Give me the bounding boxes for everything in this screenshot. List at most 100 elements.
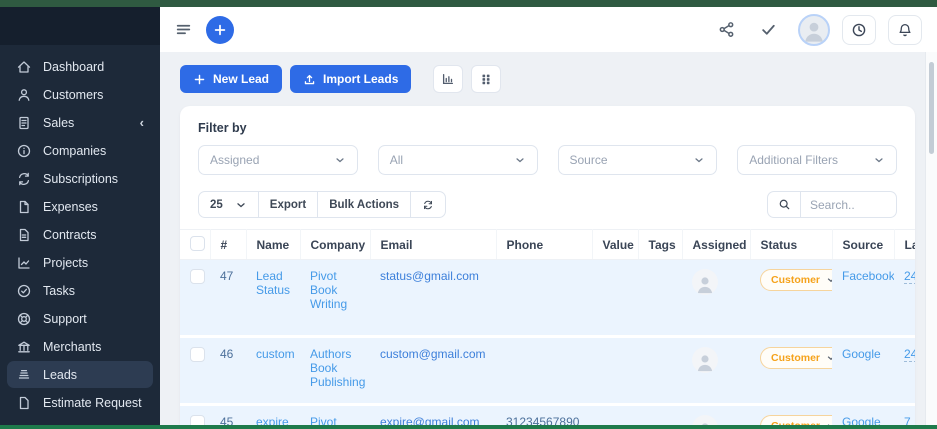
refresh-button[interactable]: [410, 191, 446, 218]
lead-name-link[interactable]: expire check: [256, 415, 289, 425]
source-cell: Facebook: [832, 260, 894, 337]
sidebar-item-knowledge-base[interactable]: Knowledge Base: [7, 417, 153, 425]
source-link[interactable]: Google: [842, 347, 881, 361]
lead-name-link[interactable]: custom: [256, 347, 295, 361]
column-header-assigned[interactable]: Assigned: [682, 230, 750, 260]
export-button[interactable]: Export: [258, 191, 318, 218]
sidebar-item-subscriptions[interactable]: Subscriptions: [7, 165, 153, 192]
table-header-row: #NameCompanyEmailPhoneValueTagsAssignedS…: [180, 230, 915, 260]
assigned-avatar[interactable]: [692, 415, 718, 425]
sidebar-item-label: Expenses: [43, 200, 98, 214]
last-contact-link[interactable]: 24: [904, 269, 915, 284]
checkmark-icon[interactable]: [758, 20, 778, 40]
filter-dropdown-additional-filters[interactable]: Additional Filters: [737, 145, 897, 175]
lead-tags: [638, 260, 682, 337]
last-contact-link[interactable]: 24: [904, 347, 915, 362]
assigned-avatar[interactable]: [692, 269, 718, 295]
support-icon: [16, 311, 32, 327]
column-header-value[interactable]: Value: [592, 230, 638, 260]
content-area: New Lead Import Leads: [160, 52, 925, 425]
quick-add-button[interactable]: [206, 16, 234, 44]
search-button[interactable]: [767, 191, 801, 218]
sidebar-item-estimate-request[interactable]: Estimate Request: [7, 389, 153, 416]
filter-dropdown-assigned[interactable]: Assigned: [198, 145, 358, 175]
grid-icon: [479, 72, 493, 86]
last-contact-link[interactable]: 7: [904, 415, 911, 425]
company-link[interactable]: Authors Book Publishing: [310, 347, 365, 389]
table-row: 45expire checkPivot Book Writingexpire@g…: [180, 405, 915, 426]
sidebar-item-companies[interactable]: Companies: [7, 137, 153, 164]
column-header-company[interactable]: Company: [300, 230, 370, 260]
column-header-tags[interactable]: Tags: [638, 230, 682, 260]
kanban-view-button[interactable]: [471, 65, 501, 93]
scrollbar-thumb[interactable]: [929, 62, 934, 154]
lead-name-cell: custom: [246, 337, 300, 405]
new-lead-label: New Lead: [213, 72, 269, 86]
assigned-avatar[interactable]: [692, 347, 718, 373]
column-header-phone[interactable]: Phone: [496, 230, 592, 260]
status-dropdown[interactable]: Customer: [760, 415, 832, 425]
status-cell: Customer: [750, 337, 832, 405]
column-header-status[interactable]: Status: [750, 230, 832, 260]
column-header-email[interactable]: Email: [370, 230, 496, 260]
filter-dropdown-all[interactable]: All: [378, 145, 538, 175]
search-input[interactable]: [801, 191, 897, 218]
sidebar-item-label: Leads: [43, 368, 77, 382]
new-lead-button[interactable]: New Lead: [180, 65, 282, 93]
company-cell: Pivot Book Writing: [300, 260, 370, 337]
last-contact-cell: 7: [894, 405, 915, 426]
chart-view-button[interactable]: [433, 65, 463, 93]
sidebar-item-dashboard[interactable]: Dashboard: [7, 53, 153, 80]
row-checkbox[interactable]: [190, 269, 205, 284]
lead-name-link[interactable]: Lead Status: [256, 269, 290, 297]
sidebar-item-leads[interactable]: Leads: [7, 361, 153, 388]
import-leads-button[interactable]: Import Leads: [290, 65, 411, 93]
row-checkbox[interactable]: [190, 347, 205, 362]
row-checkbox[interactable]: [190, 415, 205, 425]
sidebar-item-support[interactable]: Support: [7, 305, 153, 332]
user-avatar[interactable]: [798, 14, 830, 46]
page-size-select[interactable]: 25: [198, 191, 259, 218]
source-link[interactable]: Google: [842, 415, 881, 425]
column-header-source[interactable]: Source: [832, 230, 894, 260]
chevron-down-icon: [873, 154, 885, 166]
sidebar-item-sales[interactable]: Sales‹: [7, 109, 153, 136]
sidebar-item-expenses[interactable]: Expenses: [7, 193, 153, 220]
actions-row: New Lead Import Leads: [180, 65, 915, 93]
sidebar-item-label: Subscriptions: [43, 172, 118, 186]
page-scrollbar[interactable]: [925, 52, 937, 425]
leads-icon: [16, 367, 32, 383]
subscriptions-icon: [16, 171, 32, 187]
company-link[interactable]: Pivot Book Writing: [310, 415, 347, 425]
source-link[interactable]: Facebook: [842, 269, 894, 283]
bulk-actions-button[interactable]: Bulk Actions: [317, 191, 411, 218]
sidebar: DashboardCustomersSales‹Companies Subscri…: [0, 7, 160, 425]
frame-top-border: [0, 0, 937, 7]
select-all-checkbox[interactable]: [190, 236, 205, 251]
lead-phone: [496, 260, 592, 337]
sidebar-item-merchants[interactable]: Merchants: [7, 333, 153, 360]
filter-dropdown-source[interactable]: Source: [558, 145, 718, 175]
status-dropdown[interactable]: Customer: [760, 347, 832, 369]
filter-section: Filter by AssignedAllSourceAdditional Fi…: [180, 106, 915, 191]
lead-id: 46: [210, 337, 246, 405]
column-header-la[interactable]: La: [894, 230, 915, 260]
column-header--[interactable]: #: [210, 230, 246, 260]
row-select-cell: [180, 260, 210, 337]
bar-chart-icon: [441, 72, 455, 86]
filter-dropdowns: Assigned All Source Additional Filters: [198, 145, 897, 175]
notifications-bell-button[interactable]: [888, 15, 922, 45]
column-header-name[interactable]: Name: [246, 230, 300, 260]
import-leads-label: Import Leads: [323, 72, 398, 86]
sidebar-item-customers[interactable]: Customers: [7, 81, 153, 108]
search-icon: [778, 198, 791, 211]
status-dropdown[interactable]: Customer: [760, 269, 832, 291]
menu-toggle-icon[interactable]: [173, 20, 193, 40]
company-link[interactable]: Pivot Book Writing: [310, 269, 347, 311]
share-icon[interactable]: [716, 20, 736, 40]
sidebar-item-label: Projects: [43, 256, 88, 270]
sidebar-item-tasks[interactable]: Tasks: [7, 277, 153, 304]
sidebar-item-projects[interactable]: Projects: [7, 249, 153, 276]
history-clock-button[interactable]: [842, 15, 876, 45]
sidebar-item-contracts[interactable]: Contracts: [7, 221, 153, 248]
